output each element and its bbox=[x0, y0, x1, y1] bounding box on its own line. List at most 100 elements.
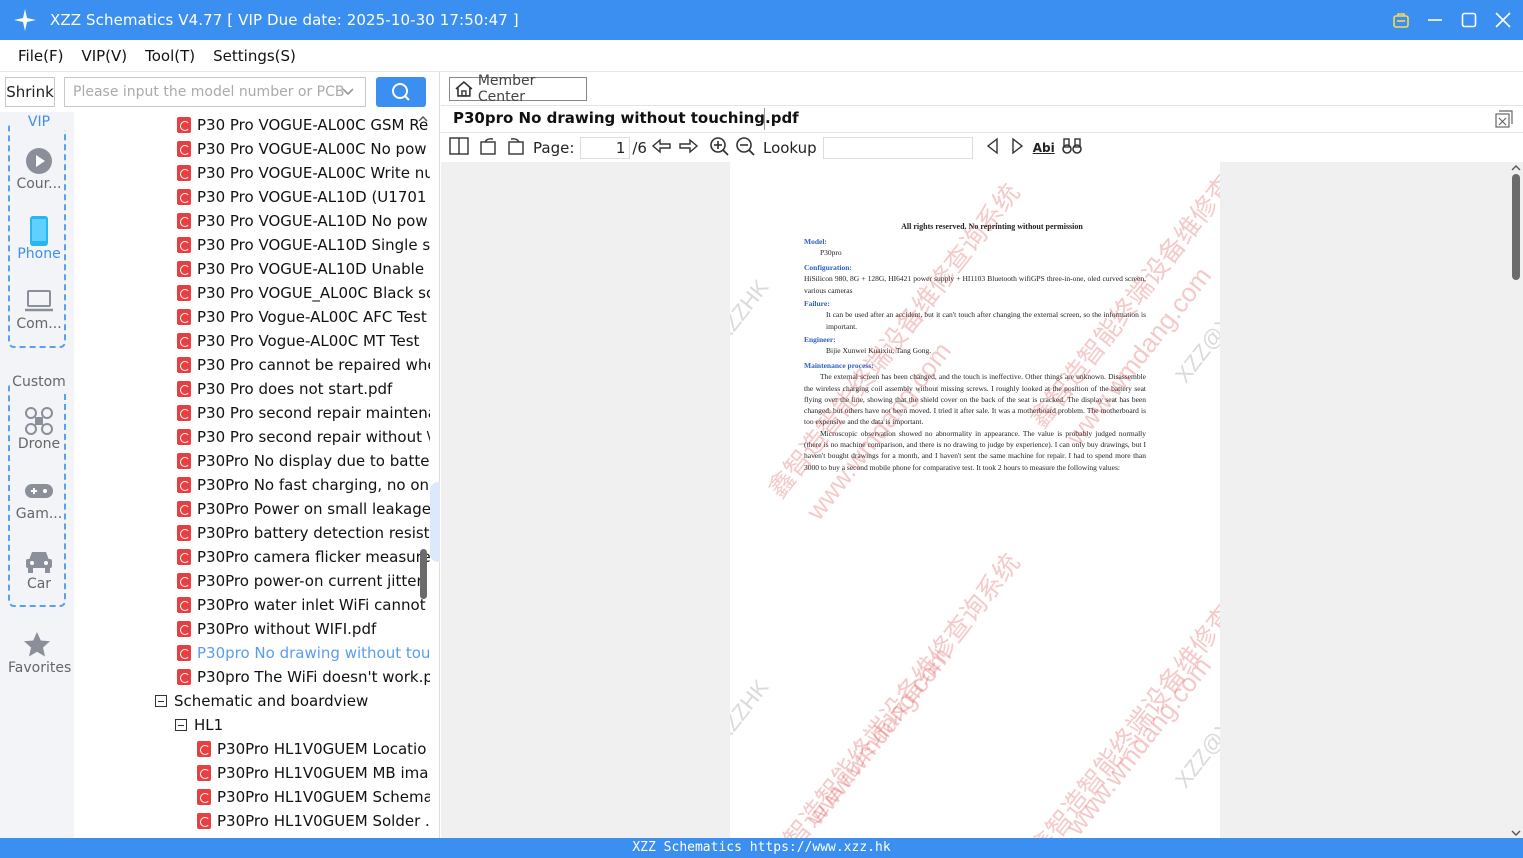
tree-file-item[interactable]: P30Pro battery detection resista bbox=[177, 521, 430, 545]
rotate-left-icon[interactable] bbox=[479, 137, 499, 159]
pdf-icon bbox=[177, 357, 191, 373]
zoom-in-icon[interactable] bbox=[709, 136, 729, 160]
drone-icon bbox=[10, 406, 68, 436]
tree-subfolder[interactable]: HL1 bbox=[175, 713, 223, 737]
nav-favorites[interactable]: Favorites bbox=[8, 630, 71, 676]
laptop-icon bbox=[10, 286, 68, 316]
tree-file-item[interactable]: P30Pro HL1V0GUEM MB ima bbox=[197, 761, 428, 785]
tab-document[interactable]: P30pro No drawing without touching.pdf bbox=[453, 109, 799, 127]
member-center-button[interactable]: Member Center bbox=[449, 73, 587, 105]
tree-file-item[interactable]: P30 Pro does not start.pdf bbox=[177, 377, 392, 401]
tree-file-item[interactable]: P30Pro camera flicker measurer bbox=[177, 545, 430, 569]
tree-file-item[interactable]: P30Pro HL1V0GUEM Locatio bbox=[197, 737, 426, 761]
rotate-right-icon[interactable] bbox=[505, 137, 525, 159]
find-previous-icon[interactable] bbox=[985, 137, 1001, 159]
menu-vip[interactable]: VIP(V) bbox=[81, 47, 127, 65]
pdf-icon bbox=[177, 285, 191, 301]
file-tree: P30 Pro VOGUE-AL00C GSM Re P30 Pro VOGUE… bbox=[74, 112, 430, 838]
search-icon bbox=[392, 83, 410, 101]
binoculars-icon[interactable] bbox=[1061, 137, 1083, 159]
minimize-button[interactable] bbox=[1423, 8, 1447, 32]
tree-file-item[interactable]: P30 Pro cannot be repaired whe bbox=[177, 353, 430, 377]
sidebar-toggle-icon[interactable] bbox=[449, 137, 469, 159]
find-next-icon[interactable] bbox=[1009, 137, 1025, 159]
next-page-icon[interactable] bbox=[677, 137, 699, 159]
page-total: /6 bbox=[632, 139, 647, 157]
watermark-en: XZZ@XZZHK bbox=[730, 674, 774, 798]
pdf-viewport[interactable]: All rights reserved. No reprinting witho… bbox=[441, 162, 1523, 838]
tree-file-item[interactable]: P30 Pro VOGUE-AL10D No pow bbox=[177, 209, 428, 233]
pdf-icon bbox=[177, 141, 191, 157]
pdf-icon bbox=[177, 597, 191, 613]
shrink-button[interactable]: Shrink bbox=[5, 77, 55, 107]
menu-file[interactable]: File(F) bbox=[18, 47, 63, 65]
tree-file-item[interactable]: P30 Pro VOGUE-AL00C No pow bbox=[177, 137, 427, 161]
car-icon bbox=[10, 546, 68, 576]
tree-file-item[interactable]: P30 Pro second repair maintena bbox=[177, 401, 430, 425]
close-tab-icon[interactable] bbox=[1495, 110, 1513, 132]
tree-file-item[interactable]: P30 Pro Vogue-AL00C MT Test bbox=[177, 329, 419, 353]
tree-file-item[interactable]: P30 Pro VOGUE_AL00C Black sc bbox=[177, 281, 430, 305]
chevron-down-icon[interactable] bbox=[341, 85, 355, 103]
panel-collapse-handle[interactable] bbox=[430, 482, 440, 562]
pdf-icon bbox=[177, 189, 191, 205]
doc-configuration: Configuration: HiSilicon 980, 8G + 128G, … bbox=[804, 263, 1146, 295]
tree-file-item[interactable]: P30 Pro second repair without \ bbox=[177, 425, 430, 449]
vip-bag-icon[interactable] bbox=[1389, 8, 1413, 32]
pdf-icon bbox=[177, 309, 191, 325]
app-logo-icon bbox=[0, 0, 50, 40]
maximize-button[interactable] bbox=[1457, 8, 1481, 32]
tree-folder[interactable]: Schematic and boardview bbox=[155, 689, 368, 713]
tree-file-item-selected[interactable]: P30pro No drawing without tou bbox=[177, 641, 430, 665]
nav-drone[interactable]: Drone bbox=[10, 406, 68, 452]
tree-file-item[interactable]: P30Pro No fast charging, no on bbox=[177, 473, 429, 497]
zoom-out-icon[interactable] bbox=[735, 136, 755, 160]
nav-computer[interactable]: Com... bbox=[10, 286, 68, 332]
tree-file-item[interactable]: P30Pro HL1V0GUEM Schema bbox=[197, 785, 430, 809]
match-case-icon[interactable]: Abi bbox=[1033, 141, 1055, 155]
pdf-toolbar: Page: 1 /6 Lookup Abi bbox=[441, 134, 1523, 162]
nav-phone[interactable]: Phone bbox=[10, 216, 68, 262]
tree-file-item[interactable]: P30Pro water inlet WiFi cannot bbox=[177, 593, 426, 617]
tree-file-item[interactable]: P30 Pro VOGUE-AL10D (U1701 t bbox=[177, 185, 430, 209]
collapse-toggle-icon[interactable] bbox=[155, 695, 167, 707]
pdf-icon bbox=[177, 429, 191, 445]
vip-group: VIP Cour... Phone Com... bbox=[8, 114, 68, 348]
pdf-icon bbox=[177, 453, 191, 469]
tree-file-item[interactable]: P30 Pro VOGUE-AL00C GSM Re bbox=[177, 113, 428, 137]
tree-file-item[interactable]: P30 Pro VOGUE-AL10D Single s bbox=[177, 233, 430, 257]
tree-file-item[interactable]: P30Pro HL1V0GUEM Solder . bbox=[197, 809, 430, 833]
tree-file-item[interactable]: P30Pro without WIFI.pdf bbox=[177, 617, 376, 641]
tree-file-item[interactable]: P30 Pro VOGUE-AL10D Unable bbox=[177, 257, 424, 281]
custom-group: Custom Drone Gam... Car bbox=[8, 374, 68, 607]
tree-scrollbar[interactable] bbox=[416, 112, 430, 838]
tab-divider bbox=[764, 108, 765, 130]
pdf-icon bbox=[197, 789, 211, 805]
tree-file-item[interactable]: P30 Pro VOGUE-AL00C Write nu bbox=[177, 161, 430, 185]
menu-settings[interactable]: Settings(S) bbox=[213, 47, 296, 65]
tree-file-item[interactable]: P30Pro Power on small leakage bbox=[177, 497, 430, 521]
tree-file-item[interactable]: P30Pro No display due to batte bbox=[177, 449, 429, 473]
menu-tool[interactable]: Tool(T) bbox=[145, 47, 195, 65]
document-tab-bar: P30pro No drawing without touching.pdf bbox=[441, 105, 1523, 133]
search-button[interactable] bbox=[376, 77, 426, 107]
pdf-icon bbox=[177, 333, 191, 349]
lookup-input[interactable] bbox=[822, 137, 973, 159]
tree-file-item[interactable]: P30 Pro Vogue-AL00C AFC Test bbox=[177, 305, 427, 329]
previous-page-icon[interactable] bbox=[651, 137, 673, 159]
page-number-input[interactable]: 1 bbox=[580, 137, 631, 159]
watermark-en: XZZ@XZZHK bbox=[730, 274, 774, 398]
nav-courses[interactable]: Cour... bbox=[10, 146, 68, 192]
close-button[interactable] bbox=[1491, 8, 1515, 32]
collapse-toggle-icon[interactable] bbox=[175, 719, 187, 731]
tree-file-item[interactable]: P30Pro power-on current jitter. bbox=[177, 569, 426, 593]
viewer-scrollbar[interactable] bbox=[1509, 162, 1523, 838]
pdf-icon bbox=[177, 525, 191, 541]
model-search-input[interactable]: Please input the model number or PCB bbox=[64, 77, 366, 107]
nav-car[interactable]: Car bbox=[10, 546, 68, 592]
home-icon bbox=[455, 81, 473, 97]
nav-game[interactable]: Gam... bbox=[10, 476, 68, 522]
pdf-icon bbox=[177, 165, 191, 181]
pdf-page: All rights reserved. No reprinting witho… bbox=[730, 162, 1220, 838]
tree-file-item[interactable]: P30pro The WiFi doesn't work.p bbox=[177, 665, 430, 689]
